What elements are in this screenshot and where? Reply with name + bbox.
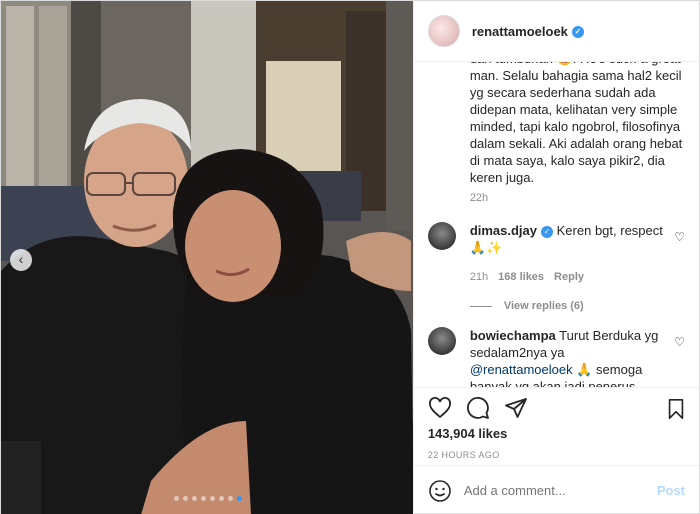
carousel-dot	[227, 496, 233, 501]
post-actions: 143,904 likes 22 HOURS AGO	[413, 387, 699, 463]
comment-body: dimas.djay ✓ Keren bgt, respect 🙏✨	[470, 222, 665, 256]
carousel-prev-button[interactable]: ‹	[10, 249, 32, 271]
comment-time[interactable]: 21h	[470, 271, 488, 283]
caption-timestamp[interactable]: 22h	[470, 192, 488, 204]
commenter-avatar[interactable]	[427, 327, 456, 355]
photo-image	[1, 1, 413, 514]
post-caption: dan tumbunan 😅. He's such a great man. S…	[469, 62, 683, 185]
comments-list[interactable]: dan tumbunan 😅. He's such a great man. S…	[414, 62, 699, 387]
heart-icon[interactable]	[428, 396, 452, 420]
commenter-username[interactable]: bowiechampa	[470, 328, 556, 343]
commenter-username[interactable]: dimas.djay	[470, 223, 537, 238]
comment-input[interactable]	[463, 483, 657, 498]
share-icon[interactable]	[504, 396, 528, 420]
carousel-dot	[182, 496, 188, 501]
carousel-dot	[173, 496, 179, 501]
verified-badge-icon: ✓	[571, 26, 584, 39]
verified-badge-icon: ✓	[541, 225, 554, 238]
post-photo[interactable]: ‹	[1, 1, 413, 514]
author-username[interactable]: renattamoeloek ✓	[472, 24, 584, 39]
view-replies-label: View replies (6)	[503, 300, 584, 312]
instagram-post: ‹ renattamoeloek✓ dan tumbunan 😅. He's s…	[0, 0, 700, 514]
post-side-panel: renattamoeloek✓ dan tumbunan 😅. He's suc…	[412, 1, 699, 514]
carousel-dot	[209, 496, 215, 501]
chevron-left-icon: ‹	[18, 251, 24, 267]
comment-item: bowiechampa Turut Berduka yg sedalam2nya…	[427, 327, 685, 387]
author-username-text[interactable]: renattamoeloek	[472, 24, 568, 39]
view-replies-button[interactable]: View replies (6)	[469, 300, 685, 312]
action-icons	[428, 388, 685, 428]
comment-like-heart-icon[interactable]: ♡	[674, 230, 685, 244]
emoji-icon[interactable]	[428, 479, 452, 503]
replies-divider	[469, 305, 492, 307]
comment-item: dimas.djay ✓ Keren bgt, respect 🙏✨ ♡ 21h …	[427, 222, 685, 312]
comment-like-heart-icon[interactable]: ♡	[674, 335, 685, 349]
carousel-dot	[191, 496, 197, 501]
carousel-dot	[236, 496, 242, 501]
comment-likes[interactable]: 168 likes	[498, 271, 544, 283]
author-avatar[interactable]	[427, 15, 460, 47]
comment-meta: 21h 168 likes Reply	[470, 271, 685, 283]
commenter-avatar[interactable]	[427, 222, 456, 250]
reply-button[interactable]: Reply	[554, 271, 584, 283]
like-count[interactable]: 143,904 likes	[428, 426, 685, 441]
post-timestamp[interactable]: 22 HOURS AGO	[428, 450, 685, 460]
carousel-dot	[200, 496, 206, 501]
carousel-indicator	[1, 496, 413, 501]
carousel-dot	[218, 496, 224, 501]
post-comment-button[interactable]: Post	[657, 483, 685, 498]
comment-icon[interactable]	[466, 396, 490, 420]
post-header: renattamoeloek ✓	[413, 1, 699, 62]
bookmark-icon[interactable]	[665, 398, 687, 420]
comment-body: bowiechampa Turut Berduka yg sedalam2nya…	[470, 327, 665, 387]
comment-mention-link[interactable]: @renattamoeloek	[470, 362, 573, 377]
add-comment-bar: Post	[413, 465, 699, 514]
